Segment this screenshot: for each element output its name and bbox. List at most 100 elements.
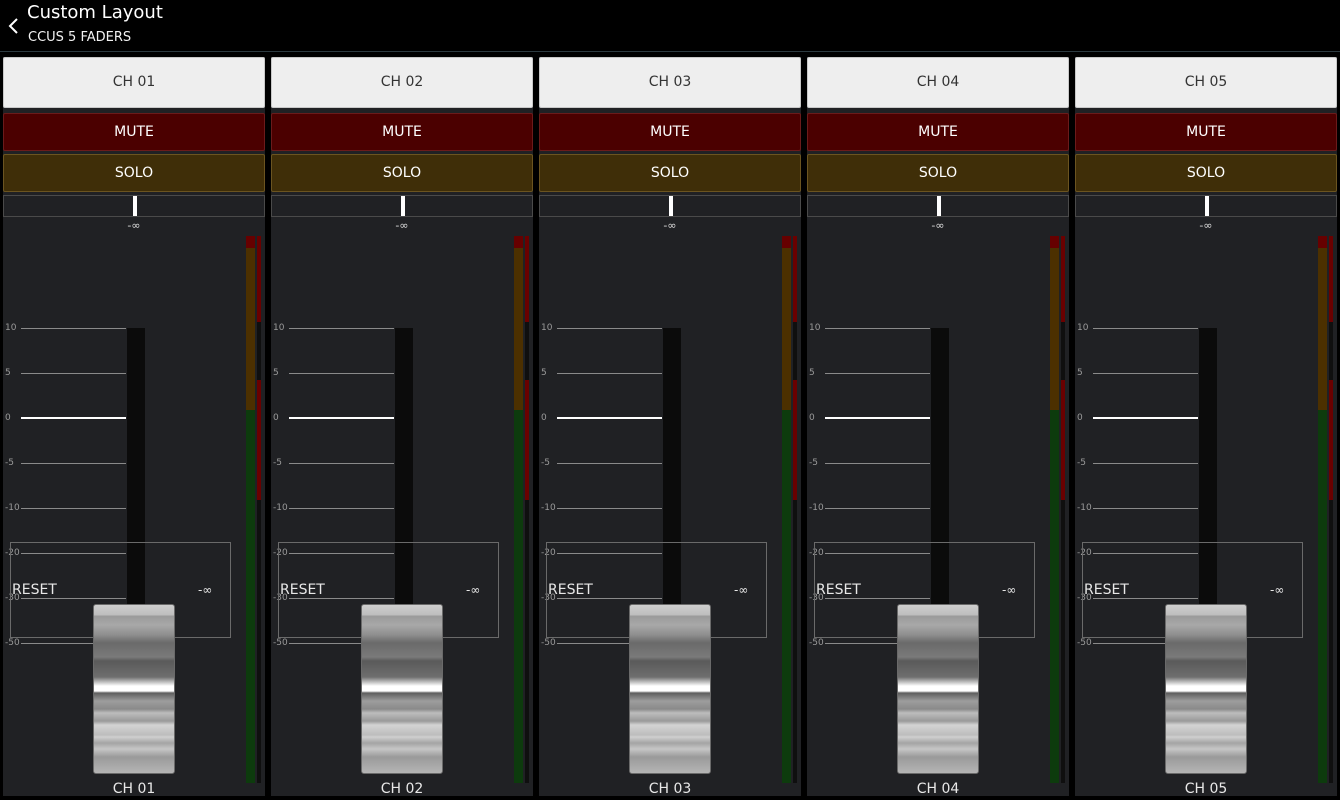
pan-value: -∞ [1199,219,1213,232]
meter-level-segment [782,410,791,783]
channel-name-label: CH 04 [916,781,960,797]
scale-line-zero [1093,417,1198,419]
scale-line [21,373,126,374]
fader-value: -∞ [466,583,481,597]
solo-button[interactable]: SOLO [807,154,1069,192]
channel-strip: CH 01 MUTE SOLO -∞ 10 5 0 -5 -10 -20 -30… [3,57,265,797]
scale-line [1093,373,1198,374]
meter-peak-segment [257,380,261,500]
meter-peak-segment [525,236,529,322]
pan-indicator [401,196,405,216]
meter-level-segment [246,410,255,783]
scale-line [557,373,662,374]
meter-warn-segment [1318,248,1327,410]
meter-peak-segment [525,380,529,500]
scale-label: 5 [273,368,279,378]
meter-peak-segment [793,380,797,500]
peak-meter [793,236,797,783]
mute-button[interactable]: MUTE [3,113,265,151]
scale-label: -5 [541,458,550,468]
fader-handle[interactable] [1165,604,1247,774]
scale-label: -5 [1077,458,1086,468]
pan-slider[interactable] [1075,195,1337,217]
scale-label: -10 [809,503,824,513]
pan-indicator [133,196,137,216]
scale-label: 10 [809,323,821,333]
scale-line [557,328,662,329]
scale-line [289,508,394,509]
scale-line [557,463,662,464]
meter-clip-segment [246,236,255,248]
meter-peak-segment [1329,380,1333,500]
scale-line [1093,328,1198,329]
scale-label: 10 [541,323,553,333]
pan-slider[interactable] [3,195,265,217]
meter-level-segment [1050,410,1059,783]
channel-name-label: CH 05 [1184,781,1228,797]
fader-handle[interactable] [629,604,711,774]
scale-line [21,508,126,509]
scale-line [825,373,930,374]
scale-label: 10 [1077,323,1089,333]
meter-level-segment [1318,410,1327,783]
pan-indicator [937,196,941,216]
mute-button[interactable]: MUTE [271,113,533,151]
pan-indicator [669,196,673,216]
scale-line [825,463,930,464]
fader-handle[interactable] [361,604,443,774]
scale-line [289,328,394,329]
scale-label: -50 [809,638,824,648]
scale-label: 0 [273,413,279,423]
scale-label: -50 [1077,638,1092,648]
channel-name-label: CH 01 [112,781,156,797]
scale-line-zero [21,417,126,419]
level-meter [1050,236,1059,783]
channel-name-label: CH 03 [648,781,692,797]
scale-label: 0 [5,413,11,423]
pan-value: -∞ [127,219,141,232]
scale-line [825,328,930,329]
peak-meter [1329,236,1333,783]
peak-meter [257,236,261,783]
meter-peak-segment [793,236,797,322]
scale-label: 5 [541,368,547,378]
fader-handle[interactable] [93,604,175,774]
solo-button[interactable]: SOLO [539,154,801,192]
pan-slider[interactable] [271,195,533,217]
level-meter [1318,236,1327,783]
mute-button[interactable]: MUTE [539,113,801,151]
scale-label: 5 [5,368,11,378]
scale-line-zero [557,417,662,419]
pan-value: -∞ [395,219,409,232]
channel-select-button[interactable]: CH 05 [1075,57,1337,108]
solo-button[interactable]: SOLO [1075,154,1337,192]
scale-label: -10 [5,503,20,513]
scale-line [1093,463,1198,464]
pan-slider[interactable] [807,195,1069,217]
scale-label: 10 [5,323,17,333]
channel-select-button[interactable]: CH 03 [539,57,801,108]
meter-peak-segment [1061,380,1065,500]
reset-label: RESET [12,582,57,598]
mute-button[interactable]: MUTE [1075,113,1337,151]
solo-button[interactable]: SOLO [271,154,533,192]
channel-strip: CH 02 MUTE SOLO -∞ 10 5 0 -5 -10 -20 -30… [271,57,533,797]
level-meter [782,236,791,783]
channel-select-button[interactable]: CH 02 [271,57,533,108]
fader-value: -∞ [198,583,213,597]
channel-select-button[interactable]: CH 01 [3,57,265,108]
fader-value: -∞ [1270,583,1285,597]
scale-line [825,508,930,509]
meter-clip-segment [1050,236,1059,248]
back-button[interactable] [4,14,22,38]
pan-slider[interactable] [539,195,801,217]
meter-level-segment [514,410,523,783]
channel-strip: CH 03 MUTE SOLO -∞ 10 5 0 -5 -10 -20 -30… [539,57,801,797]
scale-label: 0 [1077,413,1083,423]
solo-button[interactable]: SOLO [3,154,265,192]
fader-handle[interactable] [897,604,979,774]
scale-line-zero [289,417,394,419]
channel-select-button[interactable]: CH 04 [807,57,1069,108]
reset-label: RESET [548,582,593,598]
mute-button[interactable]: MUTE [807,113,1069,151]
